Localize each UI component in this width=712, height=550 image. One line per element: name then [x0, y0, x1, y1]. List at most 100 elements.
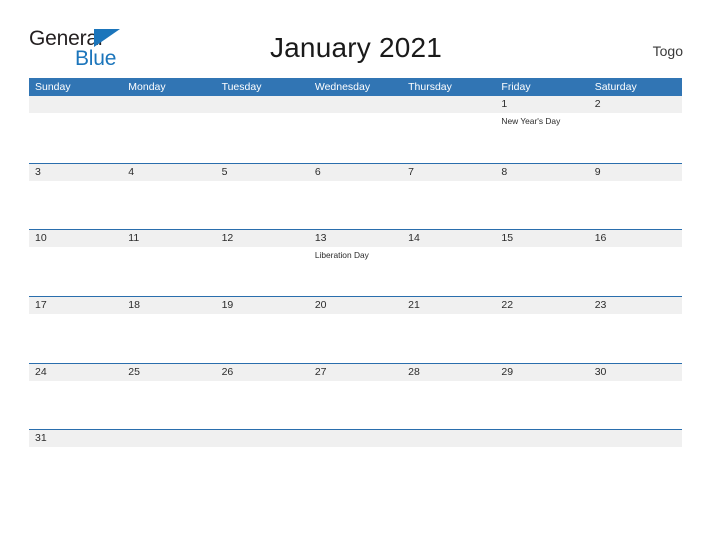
- day-event-label: [122, 113, 215, 161]
- day-event-label: [589, 447, 682, 495]
- day-event-label: [216, 314, 309, 362]
- day-number: 18: [128, 299, 140, 312]
- day-event-label: [495, 314, 588, 362]
- day-number: 31: [35, 432, 47, 445]
- day-number: 25: [128, 365, 140, 378]
- week-row: 24 25 26 27 28 29 30: [29, 362, 682, 430]
- week-number-band: 1 2: [29, 96, 682, 113]
- weekday-header-friday: Friday: [501, 81, 531, 93]
- week-event-band: New Year's Day: [29, 113, 682, 161]
- day-event-label: [216, 247, 309, 295]
- day-cell[interactable]: 15: [495, 230, 588, 247]
- day-cell[interactable]: 23: [589, 297, 682, 314]
- day-number: 10: [35, 232, 47, 245]
- page-title: January 2021: [269, 32, 443, 63]
- day-event-label: [495, 247, 588, 295]
- weekday-header-monday: Monday: [128, 81, 166, 93]
- day-event-label: [309, 113, 402, 161]
- day-cell[interactable]: [122, 430, 215, 447]
- day-number: 19: [221, 299, 234, 312]
- day-number: 1: [501, 98, 508, 110]
- day-number: 21: [408, 299, 420, 312]
- day-cell[interactable]: 9: [589, 164, 682, 181]
- day-cell[interactable]: 4: [122, 164, 215, 181]
- week-number-band: 24 25 26 27 28 29 30: [29, 363, 682, 381]
- day-event-label: [309, 314, 402, 362]
- day-cell[interactable]: 6: [309, 164, 402, 181]
- day-event-label: [589, 314, 682, 362]
- day-cell[interactable]: 22: [495, 297, 588, 314]
- day-cell[interactable]: 18: [122, 297, 215, 314]
- day-cell[interactable]: 11: [122, 230, 215, 247]
- day-event-label: [122, 181, 215, 229]
- day-event-label: [402, 113, 495, 161]
- week-row: 3 4 5 6 7 8 9: [29, 162, 682, 230]
- day-cell[interactable]: [216, 96, 309, 113]
- day-cell[interactable]: 31: [29, 430, 122, 447]
- day-cell[interactable]: 5: [216, 164, 309, 181]
- week-row: 31: [29, 429, 682, 496]
- day-cell[interactable]: [402, 430, 495, 447]
- day-number: 27: [314, 365, 327, 378]
- day-cell[interactable]: 2: [589, 96, 682, 113]
- day-cell[interactable]: 16: [589, 230, 682, 247]
- day-cell[interactable]: [309, 96, 402, 113]
- day-event-label: [589, 181, 682, 229]
- week-number-band: 17 18 19 20 21 22 23: [29, 297, 682, 315]
- day-cell[interactable]: 19: [216, 297, 309, 314]
- day-cell[interactable]: [216, 430, 309, 447]
- day-event-label: [589, 113, 682, 161]
- day-cell[interactable]: 12: [216, 230, 309, 247]
- day-event-label: [495, 181, 588, 229]
- day-cell[interactable]: 8: [495, 164, 588, 181]
- day-cell[interactable]: 10: [29, 230, 122, 247]
- day-event-label: [589, 247, 682, 295]
- day-cell[interactable]: 28: [402, 364, 495, 381]
- day-event-label: [216, 381, 309, 429]
- day-cell[interactable]: 14: [402, 230, 495, 247]
- day-cell[interactable]: 1: [495, 96, 588, 113]
- week-event-band: [29, 447, 682, 496]
- day-event-label: Liberation Day: [314, 250, 369, 261]
- day-cell[interactable]: [495, 430, 588, 447]
- day-cell[interactable]: 25: [122, 364, 215, 381]
- day-event-label: [309, 181, 402, 229]
- day-cell[interactable]: [309, 430, 402, 447]
- day-cell[interactable]: [29, 96, 122, 113]
- day-cell[interactable]: 24: [29, 364, 122, 381]
- day-cell[interactable]: [589, 430, 682, 447]
- day-event-label: [122, 314, 215, 362]
- day-event-label: [29, 113, 122, 161]
- day-cell[interactable]: 21: [402, 297, 495, 314]
- day-cell[interactable]: 29: [495, 364, 588, 381]
- day-cell[interactable]: 13: [309, 230, 402, 247]
- day-cell[interactable]: 30: [589, 364, 682, 381]
- week-event-band: [29, 314, 682, 363]
- day-cell[interactable]: 7: [402, 164, 495, 181]
- day-cell[interactable]: 26: [216, 364, 309, 381]
- day-number: 30: [594, 365, 607, 378]
- week-row: 1 2 New Year's Day: [29, 96, 682, 163]
- day-number: 16: [594, 232, 607, 245]
- day-number: 15: [501, 232, 514, 245]
- day-number: 2: [594, 98, 601, 110]
- day-number: 29: [501, 365, 514, 378]
- day-event-label: [29, 181, 122, 229]
- day-event-label: [122, 447, 215, 495]
- day-cell[interactable]: [402, 96, 495, 113]
- weekday-header-row: Sunday Monday Tuesday Wednesday Thursday…: [29, 78, 682, 96]
- day-cell[interactable]: 3: [29, 164, 122, 181]
- day-event-label: [29, 247, 122, 295]
- day-event-label: [216, 181, 309, 229]
- day-cell[interactable]: [122, 96, 215, 113]
- day-event-label: [495, 381, 588, 429]
- week-number-band: 3 4 5 6 7 8 9: [29, 163, 682, 181]
- day-event-label: [402, 181, 495, 229]
- day-cell[interactable]: 20: [309, 297, 402, 314]
- day-number: 28: [408, 365, 420, 378]
- day-cell[interactable]: 17: [29, 297, 122, 314]
- day-cell[interactable]: 27: [309, 364, 402, 381]
- day-event-label: [29, 447, 122, 495]
- day-number: 8: [501, 165, 508, 178]
- day-event-label: [309, 381, 402, 429]
